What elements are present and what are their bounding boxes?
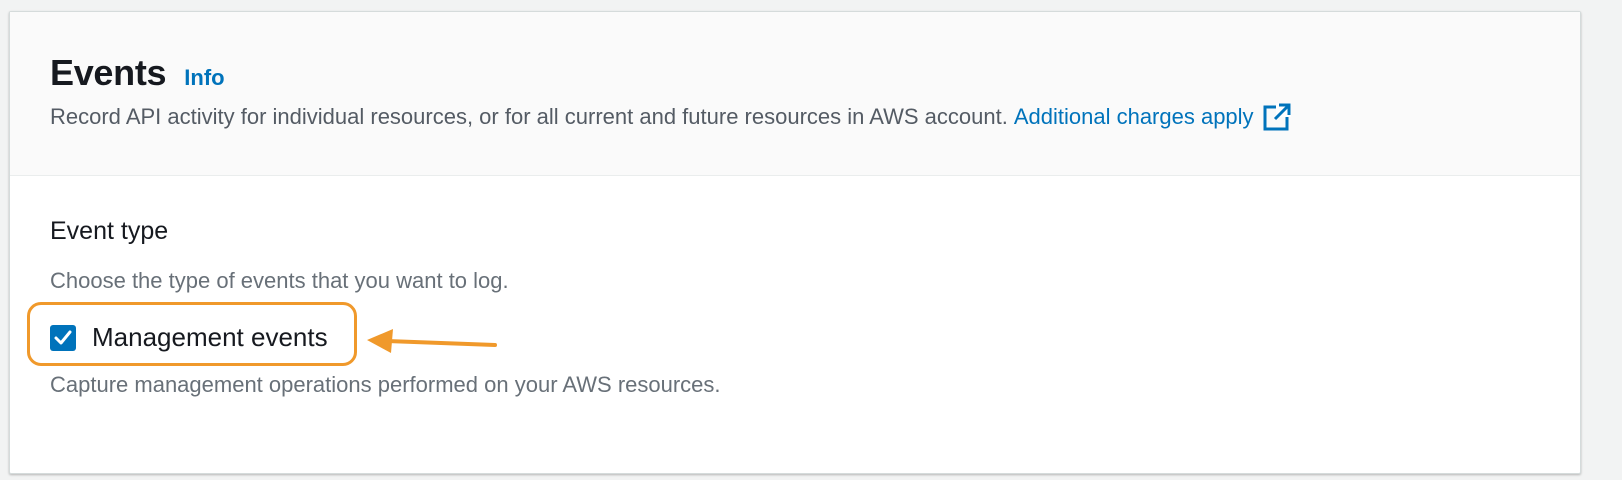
event-type-description: Choose the type of events that you want … <box>50 268 509 293</box>
event-type-heading: Event type <box>50 217 169 245</box>
panel-header: Events Info Record API activity for indi… <box>10 12 1580 176</box>
events-panel: Events Info Record API activity for indi… <box>9 11 1581 474</box>
external-link-icon[interactable] <box>1262 102 1292 132</box>
check-icon <box>54 330 72 344</box>
page-title: Events <box>50 52 167 93</box>
arrow-left-icon <box>367 329 497 353</box>
additional-charges-link[interactable]: Additional charges apply <box>1014 104 1254 130</box>
title-row: Events Info <box>50 52 225 94</box>
management-events-label[interactable]: Management events <box>92 322 328 353</box>
panel-description: Record API activity for individual resou… <box>50 102 1292 132</box>
management-events-description: Capture management operations performed … <box>50 372 721 397</box>
info-link[interactable]: Info <box>184 65 224 91</box>
management-events-checkbox[interactable] <box>50 324 76 351</box>
description-text: Record API activity for individual resou… <box>50 104 1008 129</box>
management-events-checkbox-row[interactable]: Management events <box>50 322 328 353</box>
